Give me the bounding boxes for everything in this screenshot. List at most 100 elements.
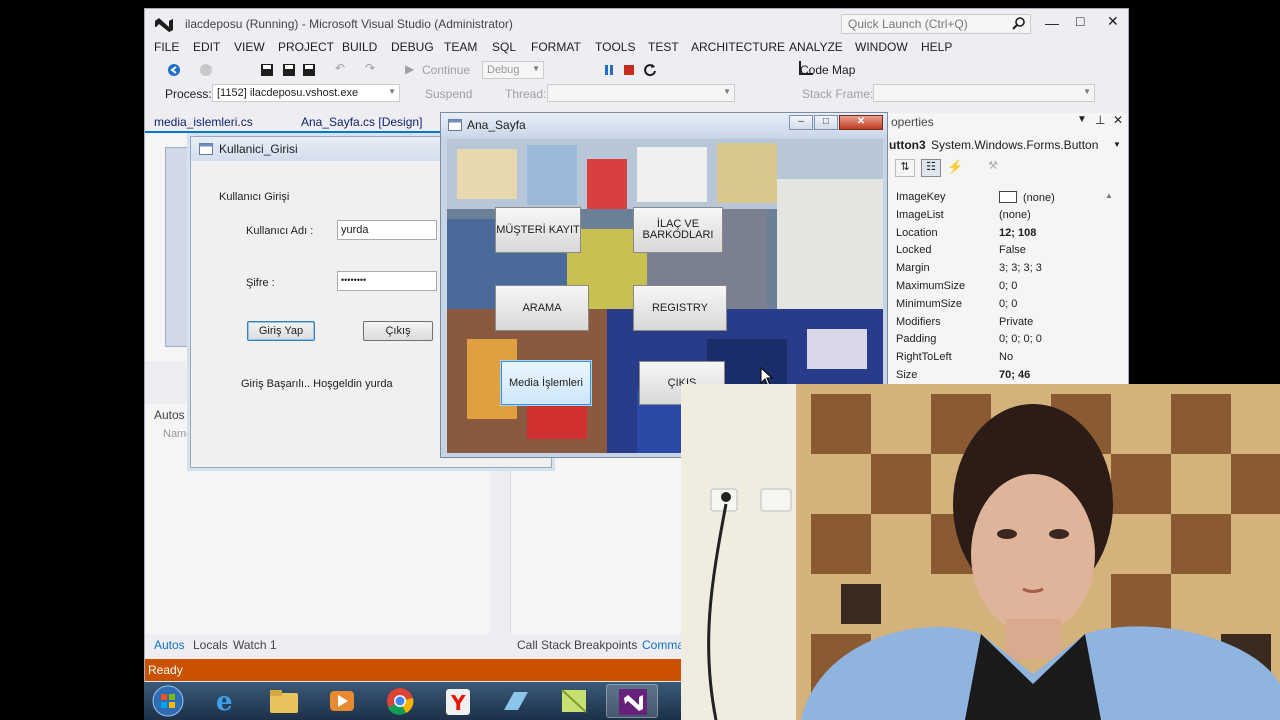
menu-project[interactable]: PROJECT: [278, 40, 334, 54]
menu-analyze[interactable]: ANALYZE: [789, 40, 843, 54]
continue-button[interactable]: Continue: [422, 63, 470, 77]
password-field[interactable]: ••••••••: [337, 271, 437, 291]
alphabetical-icon[interactable]: ☷: [921, 159, 941, 177]
tab-call-stack[interactable]: Call Stack: [517, 638, 571, 652]
property-value[interactable]: 0; 0: [999, 298, 1017, 310]
categorized-icon[interactable]: ⇅: [895, 159, 915, 177]
property-value[interactable]: 70; 46: [999, 369, 1030, 381]
menu-test[interactable]: TEST: [648, 40, 679, 54]
property-row[interactable]: Modifiers Private: [885, 314, 1128, 332]
login-button[interactable]: Giriş Yap: [247, 321, 315, 341]
property-row[interactable]: Location 12; 108: [885, 225, 1128, 243]
tab-watch1[interactable]: Watch 1: [233, 638, 277, 652]
property-value[interactable]: 3; 3; 3; 3: [999, 262, 1042, 274]
save-icon[interactable]: [260, 63, 274, 77]
close-icon[interactable]: ✕: [1113, 113, 1123, 127]
musteri-kayit-button[interactable]: MÜŞTERİ KAYIT: [495, 207, 581, 253]
property-value[interactable]: 0; 0; 0; 0: [999, 333, 1042, 345]
property-row[interactable]: MaximumSize 0; 0: [885, 278, 1128, 296]
taskbar-app-blue[interactable]: [490, 684, 542, 718]
minimize-button[interactable]: —: [1045, 15, 1059, 31]
events-icon[interactable]: ⚡: [947, 159, 963, 177]
menu-debug[interactable]: DEBUG: [391, 40, 434, 54]
app-window-icon: [504, 692, 528, 710]
properties-object-select[interactable]: utton3 System.Windows.Forms.Button ▼: [885, 135, 1128, 155]
menu-help[interactable]: HELP: [921, 40, 952, 54]
tab-media-islemleri[interactable]: media_islemleri.cs: [154, 115, 253, 129]
taskbar-internet-explorer[interactable]: e: [200, 684, 252, 718]
property-value-text: (none): [1023, 192, 1055, 204]
save-multi-icon[interactable]: [302, 63, 316, 77]
property-value[interactable]: 12; 108: [999, 227, 1036, 239]
property-value[interactable]: 0; 0: [999, 280, 1017, 292]
menu-team[interactable]: TEAM: [444, 40, 477, 54]
property-row[interactable]: ImageList (none): [885, 207, 1128, 225]
minimize-button[interactable]: –: [789, 115, 813, 130]
property-name: Location: [896, 226, 938, 239]
taskbar-app-green[interactable]: [548, 684, 600, 718]
menu-build[interactable]: BUILD: [342, 40, 377, 54]
wrench-icon[interactable]: ⚒: [985, 159, 1001, 177]
property-value[interactable]: (none): [999, 209, 1031, 221]
tab-breakpoints[interactable]: Breakpoints: [574, 638, 637, 652]
process-select[interactable]: [1152] ilacdeposu.vshost.exe ▼: [212, 84, 400, 102]
redo-icon[interactable]: ↷: [365, 61, 375, 75]
maximize-button[interactable]: □: [1076, 13, 1084, 29]
property-value[interactable]: False: [999, 244, 1026, 256]
menu-architecture[interactable]: ARCHITECTURE: [691, 40, 785, 54]
stop-icon[interactable]: [622, 63, 636, 77]
arama-button[interactable]: ARAMA: [495, 285, 589, 331]
close-button[interactable]: ✕: [1107, 13, 1119, 30]
forward-icon[interactable]: [199, 63, 213, 77]
property-value[interactable]: Private: [999, 316, 1033, 328]
pause-icon[interactable]: [602, 63, 616, 77]
start-button[interactable]: [150, 684, 186, 718]
continue-icon[interactable]: ▶: [405, 62, 414, 76]
config-select[interactable]: Debug ▼: [482, 61, 544, 79]
property-row[interactable]: MinimumSize 0; 0: [885, 296, 1128, 314]
taskbar-media-player[interactable]: [316, 684, 368, 718]
pin-icon[interactable]: ⊥: [1095, 113, 1105, 127]
property-row[interactable]: Size 70; 46: [885, 367, 1128, 385]
property-row[interactable]: Locked False: [885, 242, 1128, 260]
close-button[interactable]: ✕: [839, 115, 883, 130]
taskbar-chrome[interactable]: [374, 684, 426, 718]
tab-autos[interactable]: Autos: [154, 638, 185, 652]
tab-locals[interactable]: Locals: [193, 638, 228, 652]
exit-button[interactable]: Çıkış: [363, 321, 433, 341]
quick-launch-input[interactable]: Quick Launch (Ctrl+Q): [841, 14, 1031, 34]
restart-icon[interactable]: [643, 63, 657, 77]
menu-window[interactable]: WINDOW: [855, 40, 908, 54]
ilac-barkod-button[interactable]: İLAÇ VE BARKODLARI: [633, 207, 723, 253]
property-row[interactable]: ImageKey (none): [885, 189, 1128, 207]
chevron-down-icon[interactable]: ▼: [1077, 114, 1087, 125]
taskbar-yandex[interactable]: Y: [432, 684, 484, 718]
taskbar-visual-studio[interactable]: [606, 684, 658, 718]
maximize-button[interactable]: □: [814, 115, 838, 130]
menu-view[interactable]: VIEW: [234, 40, 265, 54]
property-value[interactable]: No: [999, 351, 1013, 363]
save-all-icon[interactable]: [282, 63, 296, 77]
registry-button[interactable]: REGISTRY: [633, 285, 727, 331]
tab-ana-sayfa-design[interactable]: Ana_Sayfa.cs [Design]: [301, 115, 422, 129]
menu-format[interactable]: FORMAT: [531, 40, 581, 54]
menu-file[interactable]: FILE: [154, 40, 179, 54]
menu-edit[interactable]: EDIT: [193, 40, 220, 54]
username-field[interactable]: yurda: [337, 220, 437, 240]
menu-tools[interactable]: TOOLS: [595, 40, 635, 54]
property-value[interactable]: (none): [999, 191, 1055, 204]
property-row[interactable]: RightToLeft No: [885, 349, 1128, 367]
undo-icon[interactable]: ↶: [335, 61, 345, 75]
stack-frame-select[interactable]: ▼: [873, 84, 1095, 102]
suspend-button[interactable]: Suspend: [425, 87, 472, 101]
media-islemleri-button[interactable]: Media İşlemleri: [501, 361, 591, 405]
taskbar-file-explorer[interactable]: [258, 684, 310, 718]
property-row[interactable]: Padding 0; 0; 0; 0: [885, 331, 1128, 349]
windows-start-icon: [152, 685, 184, 717]
property-row[interactable]: Margin 3; 3; 3; 3: [885, 260, 1128, 278]
thread-select[interactable]: ▼: [547, 84, 735, 102]
code-map-button[interactable]: Code Map: [800, 63, 855, 77]
back-icon[interactable]: [167, 63, 181, 77]
tab-command[interactable]: Comma: [642, 638, 684, 652]
menu-sql[interactable]: SQL: [492, 40, 516, 54]
